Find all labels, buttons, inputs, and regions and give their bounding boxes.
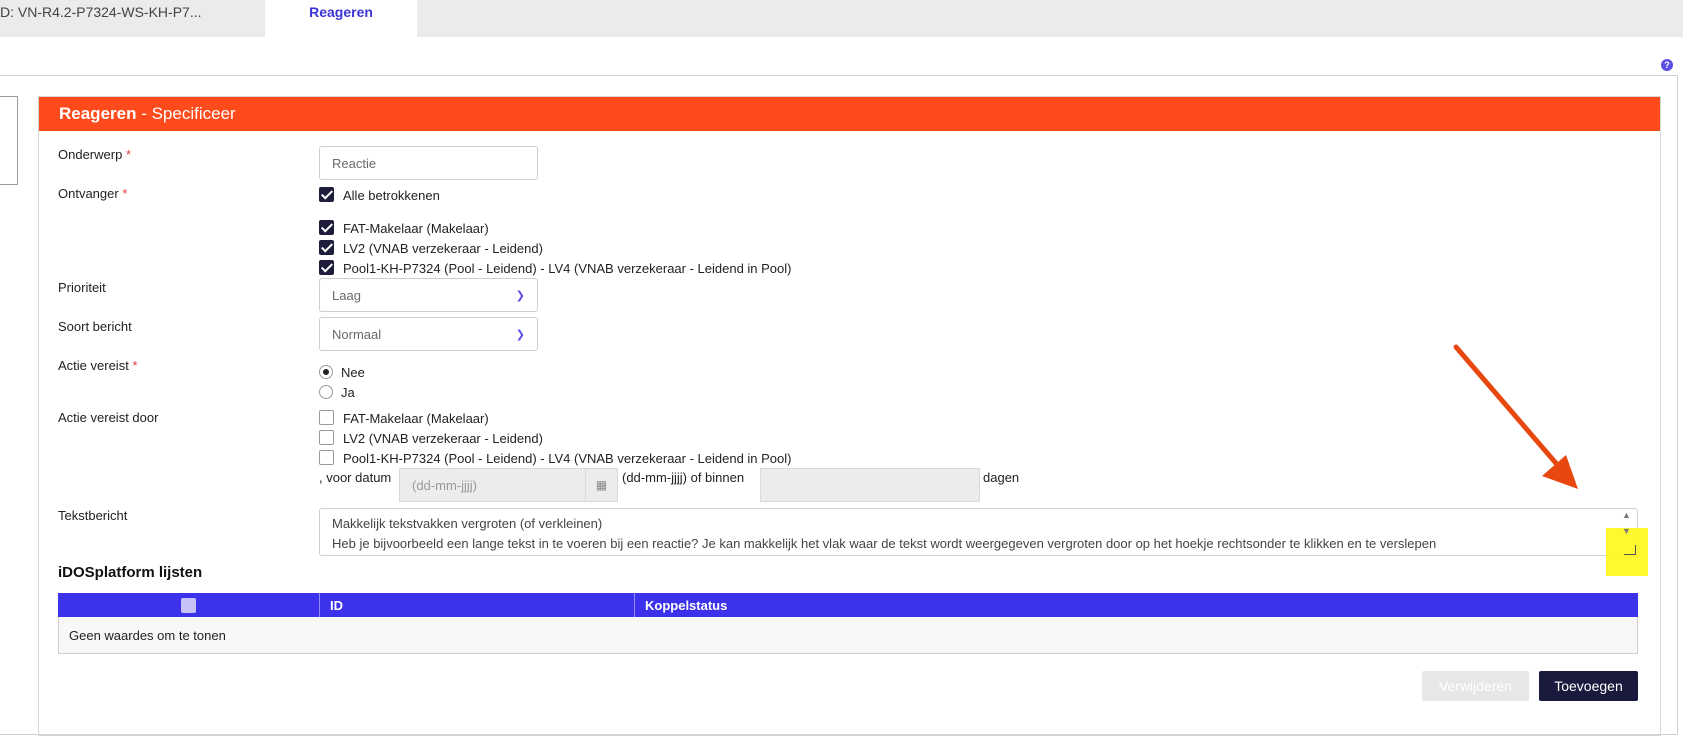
- checkbox-actie-pool1[interactable]: [319, 450, 334, 465]
- select-all-checkbox[interactable]: [181, 597, 196, 613]
- resize-grip-icon[interactable]: [1624, 545, 1636, 555]
- actie-vereist-label: Actie vereist *: [58, 358, 138, 373]
- tab-dossier[interactable]: D: VN-R4.2-P7324-WS-KH-P7...: [0, 0, 262, 37]
- onderwerp-input[interactable]: Reactie: [319, 146, 538, 180]
- ontvanger-option-label: FAT-Makelaar (Makelaar): [343, 221, 489, 236]
- actie-option-label: FAT-Makelaar (Makelaar): [343, 411, 489, 426]
- checkbox-ontvanger-fat-makelaar[interactable]: [319, 220, 334, 235]
- header-select-all[interactable]: [58, 593, 320, 617]
- help-icon[interactable]: ?: [1661, 59, 1673, 71]
- textarea-line: Makkelijk tekstvakken vergroten (of verk…: [332, 516, 603, 531]
- radio-ja[interactable]: [319, 385, 333, 399]
- ontvanger-option-label: Pool1-KH-P7324 (Pool - Leidend) - LV4 (V…: [343, 261, 792, 276]
- datum-input[interactable]: (dd-mm-jjjj): [399, 468, 586, 502]
- checkbox-ontvanger-pool1[interactable]: [319, 260, 334, 275]
- prioriteit-label: Prioriteit: [58, 280, 106, 295]
- soort-bericht-label: Soort bericht: [58, 319, 132, 334]
- ontvanger-label: Ontvanger *: [58, 186, 128, 201]
- column-id[interactable]: ID: [320, 593, 635, 617]
- table-empty-message: Geen waardes om te tonen: [58, 617, 1638, 654]
- ontvanger-option-label: LV2 (VNAB verzekeraar - Leidend): [343, 241, 543, 256]
- soort-bericht-value: Normaal: [332, 326, 382, 342]
- checkbox-alle-betrokkenen[interactable]: [319, 187, 334, 202]
- dagen-label: dagen: [983, 470, 1020, 485]
- radio-nee[interactable]: [319, 365, 333, 379]
- radio-nee-label: Nee: [341, 365, 365, 380]
- prioriteit-select[interactable]: Laag ❯: [319, 278, 538, 312]
- scroll-down-icon[interactable]: ▼: [1622, 526, 1631, 536]
- onderwerp-label: Onderwerp *: [58, 147, 131, 162]
- voor-datum-label: , voor datum: [319, 470, 392, 485]
- checkbox-actie-lv2[interactable]: [319, 430, 334, 445]
- alle-betrokkenen-label: Alle betrokkenen: [343, 188, 440, 203]
- calendar-icon[interactable]: ▦: [585, 468, 618, 502]
- actie-vereist-door-label: Actie vereist door: [58, 410, 159, 425]
- panel-header: Reageren - Specificeer: [39, 97, 1660, 131]
- tekstbericht-textarea[interactable]: Makkelijk tekstvakken vergroten (of verk…: [319, 508, 1638, 556]
- checkbox-ontvanger-lv2[interactable]: [319, 240, 334, 255]
- column-koppelstatus[interactable]: Koppelstatus: [635, 593, 1638, 617]
- verwijderen-button[interactable]: Verwijderen: [1422, 671, 1529, 701]
- table-header: ID Koppelstatus: [58, 593, 1638, 617]
- lijsten-title: iDOSplatform lijsten: [58, 564, 203, 581]
- date-hint-label: (dd-mm-jjjj) of binnen: [622, 470, 745, 485]
- tab-dossier-label: D: VN-R4.2-P7324-WS-KH-P7...: [0, 4, 202, 20]
- tab-reageren-label: Reageren: [309, 4, 373, 20]
- left-panel-stub: [0, 96, 18, 185]
- scroll-up-icon[interactable]: ▲: [1622, 510, 1631, 520]
- chevron-down-icon: ❯: [515, 289, 525, 302]
- tekstbericht-label: Tekstbericht: [58, 508, 128, 523]
- tab-bar: D: VN-R4.2-P7324-WS-KH-P7... Reageren: [0, 0, 1683, 37]
- lijsten-table: ID Koppelstatus Geen waardes om te tonen: [58, 593, 1638, 654]
- prioriteit-value: Laag: [332, 287, 361, 303]
- checkbox-actie-fat-makelaar[interactable]: [319, 410, 334, 425]
- actie-option-label: LV2 (VNAB verzekeraar - Leidend): [343, 431, 543, 446]
- tab-reageren[interactable]: Reageren: [265, 0, 417, 37]
- textarea-line: Heb je bijvoorbeeld een lange tekst in t…: [332, 536, 1437, 551]
- chevron-down-icon: ❯: [515, 328, 525, 341]
- soort-bericht-select[interactable]: Normaal ❯: [319, 317, 538, 351]
- toevoegen-button[interactable]: Toevoegen: [1539, 671, 1638, 701]
- panel-subtitle: - Specificeer: [136, 104, 236, 123]
- panel-title: Reageren: [59, 104, 137, 123]
- dagen-input[interactable]: [760, 468, 980, 502]
- actie-option-label: Pool1-KH-P7324 (Pool - Leidend) - LV4 (V…: [343, 451, 792, 466]
- radio-ja-label: Ja: [341, 385, 355, 400]
